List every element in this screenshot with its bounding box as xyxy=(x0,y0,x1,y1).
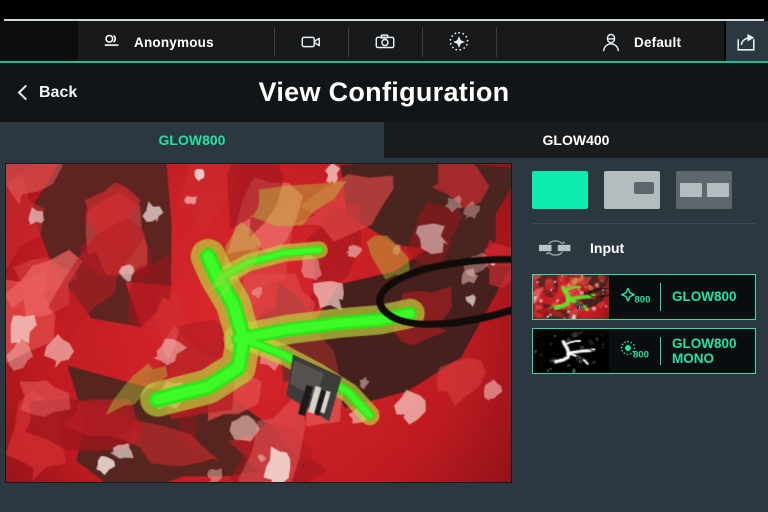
top-toolbar: Anonymous Default xyxy=(0,21,768,63)
surgeon-name-label: Default xyxy=(634,34,682,50)
input-source-glow800-mono[interactable]: 800 GLOW800 MONO xyxy=(532,328,756,374)
toolbar-divider-gap xyxy=(496,21,536,63)
swap-input-icon xyxy=(538,240,571,256)
illumination-icon xyxy=(449,31,469,51)
patient-button[interactable]: Anonymous xyxy=(78,21,274,63)
svg-text:800: 800 xyxy=(633,350,649,361)
glow800-mono-thumbnail-canvas xyxy=(533,329,609,373)
glow800-mono-label-line2: MONO xyxy=(672,351,714,366)
video-canvas xyxy=(6,164,511,482)
patient-name-label: Anonymous xyxy=(134,34,214,50)
photo-capture-icon xyxy=(375,34,395,49)
viewer-area xyxy=(0,158,520,512)
illumination-button[interactable] xyxy=(422,21,496,63)
tab-glow800[interactable]: GLOW800 xyxy=(0,122,384,158)
photo-capture-button[interactable] xyxy=(348,21,422,63)
sparkle-800-icon: 800 xyxy=(609,275,661,319)
pip-inset-shape xyxy=(634,182,654,194)
endoscopic-fluorescence-video[interactable] xyxy=(5,163,512,483)
video-record-button[interactable] xyxy=(274,21,348,63)
share-export-icon xyxy=(737,33,755,51)
layout-picture-in-picture-button[interactable] xyxy=(604,171,660,209)
layout-split-screen-button[interactable] xyxy=(676,171,732,209)
glow800-mono-label-line1: GLOW800 xyxy=(672,335,737,351)
page-title: View Configuration xyxy=(258,77,510,107)
glow800-mono-thumbnail xyxy=(533,329,609,373)
status-strip xyxy=(0,0,768,21)
layout-selector xyxy=(532,171,756,209)
glow800-label-text: GLOW800 xyxy=(672,289,737,305)
glow800-thumbnail-canvas xyxy=(533,275,609,319)
surgeon-profile-button[interactable]: Default xyxy=(536,21,724,63)
svg-text:800: 800 xyxy=(635,295,651,306)
surgeon-profile-icon xyxy=(602,33,620,52)
input-source-glow800[interactable]: 800 GLOW800 xyxy=(532,274,756,320)
split-left-shape xyxy=(679,183,702,197)
input-section-header[interactable]: Input xyxy=(532,224,756,272)
input-source-list: 800 GLOW800 800 GLOW800 MONO xyxy=(532,274,756,374)
split-right-shape xyxy=(706,183,729,197)
video-record-icon xyxy=(301,36,320,48)
layout-single-view-button[interactable] xyxy=(532,171,588,209)
tab-glow400[interactable]: GLOW400 xyxy=(384,122,768,158)
toolbar-left-spacer xyxy=(0,21,78,63)
configuration-body: Input 800 GLOW800 800 GLOW800 MONO xyxy=(0,158,768,512)
glow800-mono-label: GLOW800 MONO xyxy=(661,329,755,373)
share-export-button[interactable] xyxy=(724,21,768,63)
view-configuration-screen: Anonymous Default Back View Configuratio… xyxy=(0,0,768,512)
page-header: Back View Configuration xyxy=(0,63,768,122)
settings-panel: Input 800 GLOW800 800 GLOW800 MONO xyxy=(520,158,768,512)
input-section-label: Input xyxy=(590,240,625,256)
patient-id-icon xyxy=(104,34,119,46)
mode-tabs: GLOW800 GLOW400 xyxy=(0,122,768,158)
glow800-thumbnail xyxy=(533,275,609,319)
dot-ring-800-icon: 800 xyxy=(609,329,661,373)
glow800-label: GLOW800 xyxy=(661,275,755,319)
